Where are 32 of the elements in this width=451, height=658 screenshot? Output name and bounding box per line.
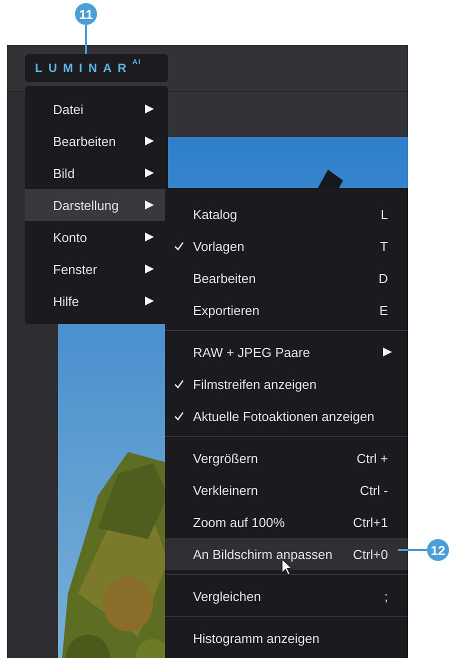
menu-item[interactable]: Vergrößern Ctrl +	[165, 442, 408, 474]
menu-item[interactable]: RAW + JPEG Paare	[165, 336, 408, 368]
submenu-arrow-icon	[145, 296, 154, 306]
menu-item[interactable]: Aktuelle Fotoaktionen anzeigen	[165, 400, 408, 432]
menu-item[interactable]: Hilfe	[25, 285, 168, 317]
menu-item[interactable]: Zoom auf 100% Ctrl+1	[165, 506, 408, 538]
menu-item[interactable]: Filmstreifen anzeigen	[165, 368, 408, 400]
menu-item[interactable]: Verkleinern Ctrl -	[165, 474, 408, 506]
menu-item[interactable]: Datei	[25, 93, 168, 125]
submenu-arrow-icon	[145, 104, 154, 114]
menu-item[interactable]: Vorlagen T	[165, 230, 408, 262]
menu-item[interactable]: Fenster	[25, 253, 168, 285]
submenu-arrow-icon	[145, 232, 154, 242]
leader-line	[398, 549, 427, 551]
leader-line	[85, 25, 87, 54]
logo-text: LUMINAR	[35, 61, 132, 75]
menu-item[interactable]: Bild	[25, 157, 168, 189]
submenu-arrow-icon	[145, 200, 154, 210]
menu-item[interactable]: Exportieren E	[165, 294, 408, 326]
menu-item[interactable]: Darstellung	[25, 189, 168, 221]
submenu-arrow-icon	[145, 136, 154, 146]
menu-item[interactable]: Katalog L	[165, 198, 408, 230]
callout-number: 11	[75, 3, 97, 25]
menu-item[interactable]: An Bildschirm anpassen Ctrl+0	[165, 538, 408, 570]
menu-item[interactable]: Vergleichen ;	[165, 580, 408, 612]
callout-number: 12	[427, 539, 449, 561]
menu-item[interactable]: Bearbeiten D	[165, 262, 408, 294]
menu-item[interactable]: Bearbeiten	[25, 125, 168, 157]
submenu-arrow-icon	[145, 264, 154, 274]
submenu-arrow-icon	[145, 168, 154, 178]
menu-item[interactable]: Konto	[25, 221, 168, 253]
menu-item[interactable]: Histogramm anzeigen	[165, 622, 408, 654]
